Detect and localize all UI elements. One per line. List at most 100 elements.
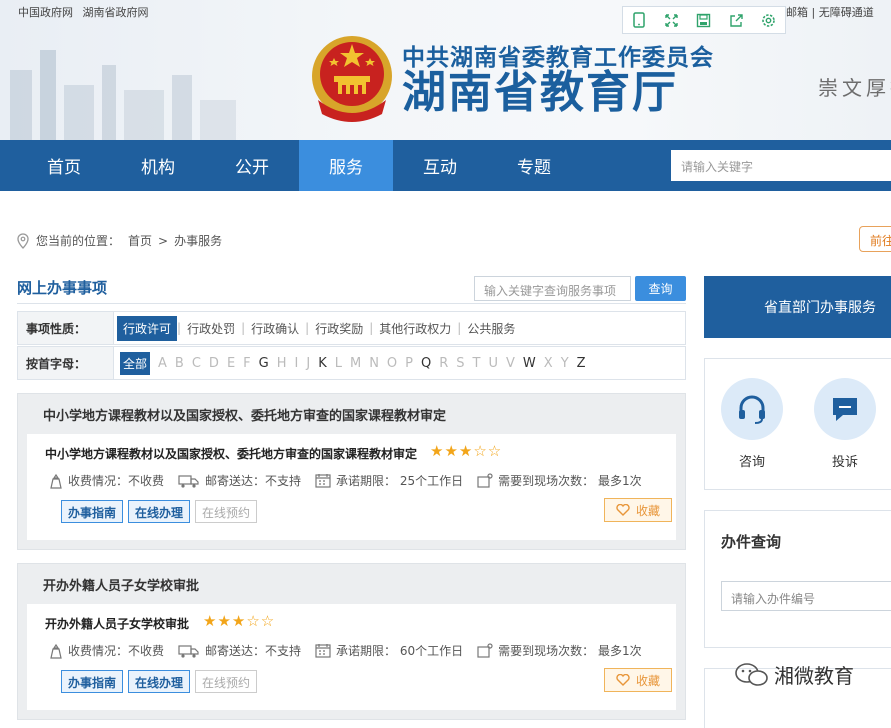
letter-u: U (488, 355, 499, 371)
delivery-info: 邮寄送达：不支持 (178, 472, 301, 489)
toolbar (622, 6, 786, 34)
filter-option[interactable]: 行政奖励 (309, 320, 369, 337)
mobile-icon[interactable] (630, 11, 648, 29)
filter-letter-row: 按首字母： 全部 ABCDEFGHIJKLMNOPQRSTUVWXYZ (17, 346, 686, 380)
fee-info: 收费情况：不收费 (49, 472, 164, 489)
complaint-label: 投诉 (832, 455, 859, 470)
deadline-info: 承诺期限： 60个工作日 (315, 642, 463, 659)
letter-r: R (439, 355, 449, 371)
service-search-button[interactable]: 查询 (635, 276, 686, 301)
rating-stars: ★★★☆☆ (203, 612, 276, 630)
fee-icon (50, 473, 62, 489)
divider (17, 303, 686, 304)
nav-service[interactable]: 服务 (299, 140, 393, 191)
breadcrumb-current[interactable]: 办事服务 (174, 232, 222, 249)
service-item: 中小学地方课程教材以及国家授权、委托地方审查的国家课程教材审定 ★★★☆☆ 收费… (27, 434, 676, 540)
visits-info: 需要到现场次数： 最多1次 (477, 642, 642, 659)
letter-all[interactable]: 全部 (120, 351, 151, 375)
letter-s: S (456, 355, 465, 371)
online-handle-button[interactable]: 在线办理 (128, 500, 191, 523)
letter-t: T (472, 355, 481, 371)
breadcrumb-home[interactable]: 首页 (128, 232, 152, 249)
letter-n: N (369, 355, 379, 371)
fullscreen-icon[interactable] (663, 11, 681, 29)
fee-info: 收费情况：不收费 (49, 642, 164, 659)
nav-topics[interactable]: 专题 (487, 140, 581, 191)
guide-button[interactable]: 办事指南 (61, 670, 124, 693)
service-item-title[interactable]: 中小学地方课程教材以及国家授权、委托地方审查的国家课程教材审定 (45, 445, 417, 462)
letter-d: D (208, 355, 219, 371)
share-icon[interactable] (727, 11, 745, 29)
letter-w[interactable]: W (523, 356, 536, 371)
letter-a: A (158, 355, 167, 371)
filter-option[interactable]: 行政处罚 (181, 320, 241, 337)
filter-option[interactable]: 行政许可 (117, 315, 178, 341)
letter-g[interactable]: G (259, 356, 269, 371)
letter-j: J (306, 355, 311, 371)
org-title: 湖南省教育厅 (402, 67, 678, 118)
filter-type-row: 事项性质： 行政许可 | 行政处罚 | 行政确认 | 行政奖励 | 其他行政权力… (17, 311, 686, 345)
main-nav: 首页 机构 公开 服务 互动 专题 请输入关键字 (0, 140, 891, 191)
fee-icon (50, 643, 62, 659)
nav-home[interactable]: 首页 (17, 140, 111, 191)
calendar-icon (315, 474, 331, 488)
consult-button[interactable] (721, 378, 783, 440)
dept-services-link[interactable]: 省直部门办事服务 (704, 276, 891, 338)
query-input[interactable]: 请输入办件编号 (721, 581, 891, 611)
letter-z[interactable]: Z (577, 356, 586, 371)
nav-search-input[interactable]: 请输入关键字 (671, 150, 891, 181)
location-pin-icon (17, 232, 29, 249)
filter-letter-label: 按首字母： (18, 347, 114, 379)
favorite-button[interactable]: 收藏 (604, 668, 672, 692)
heart-icon (616, 674, 630, 686)
online-booking-button[interactable]: 在线预约 (195, 500, 258, 523)
goto-button[interactable]: 前往 (859, 226, 891, 252)
filter-option[interactable]: 其他行政权力 (373, 320, 457, 337)
service-group-title: 中小学地方课程教材以及国家授权、委托地方审查的国家课程教材审定 (43, 409, 447, 424)
watermark: 湘微教育 (734, 660, 854, 689)
national-emblem-icon (312, 36, 392, 122)
visit-icon (477, 473, 493, 488)
top-right-links[interactable]: 邮箱 | 无障碍通道 (786, 4, 874, 20)
letter-v: V (506, 355, 515, 371)
consult-complaint-box: 咨询 投诉 (704, 358, 891, 490)
filter-option[interactable]: 公共服务 (461, 320, 521, 337)
favorite-button[interactable]: 收藏 (604, 498, 672, 522)
online-booking-button[interactable]: 在线预约 (195, 670, 258, 693)
wechat-icon (735, 662, 768, 686)
services-title: 网上办事事项 (17, 279, 108, 297)
online-handle-button[interactable]: 在线办理 (128, 670, 191, 693)
calendar-icon (315, 644, 331, 658)
letter-i: I (294, 355, 299, 371)
guide-button[interactable]: 办事指南 (61, 500, 124, 523)
letter-k[interactable]: K (318, 356, 327, 371)
letter-e: E (226, 355, 236, 371)
headset-icon (739, 395, 765, 424)
visits-info: 需要到现场次数： 最多1次 (477, 472, 642, 489)
service-item-title[interactable]: 开办外籍人员子女学校审批 (45, 615, 189, 632)
save-icon[interactable] (695, 11, 713, 29)
breadcrumb-separator: > (158, 233, 169, 248)
letter-x: X (543, 355, 553, 371)
nav-public[interactable]: 公开 (205, 140, 299, 191)
letter-q[interactable]: Q (421, 356, 431, 371)
delivery-info: 邮寄送达：不支持 (178, 642, 301, 659)
link-hunan-gov[interactable]: 湖南省政府网 (83, 6, 149, 19)
heart-icon (616, 504, 630, 516)
rating-stars: ★★★☆☆ (430, 442, 503, 460)
nav-interaction[interactable]: 互动 (393, 140, 487, 191)
settings-icon[interactable] (760, 11, 778, 29)
visit-icon (477, 643, 493, 658)
letter-m: M (349, 355, 362, 371)
letter-h: H (276, 355, 287, 371)
filter-type-label: 事项性质： (18, 312, 114, 344)
service-item: 开办外籍人员子女学校审批 ★★★☆☆ 收费情况：不收费 邮寄送达：不支持 承诺期… (27, 604, 676, 710)
link-gov-cn[interactable]: 中国政府网 (18, 6, 73, 19)
complaint-button[interactable] (814, 378, 876, 440)
service-search-input[interactable]: 输入关键字查询服务事项 (474, 276, 631, 301)
nav-institution[interactable]: 机构 (111, 140, 205, 191)
truck-icon (178, 644, 199, 658)
chat-icon (833, 398, 857, 421)
filter-option[interactable]: 行政确认 (245, 320, 305, 337)
top-links: 中国政府网 湖南省政府网 (18, 4, 155, 20)
